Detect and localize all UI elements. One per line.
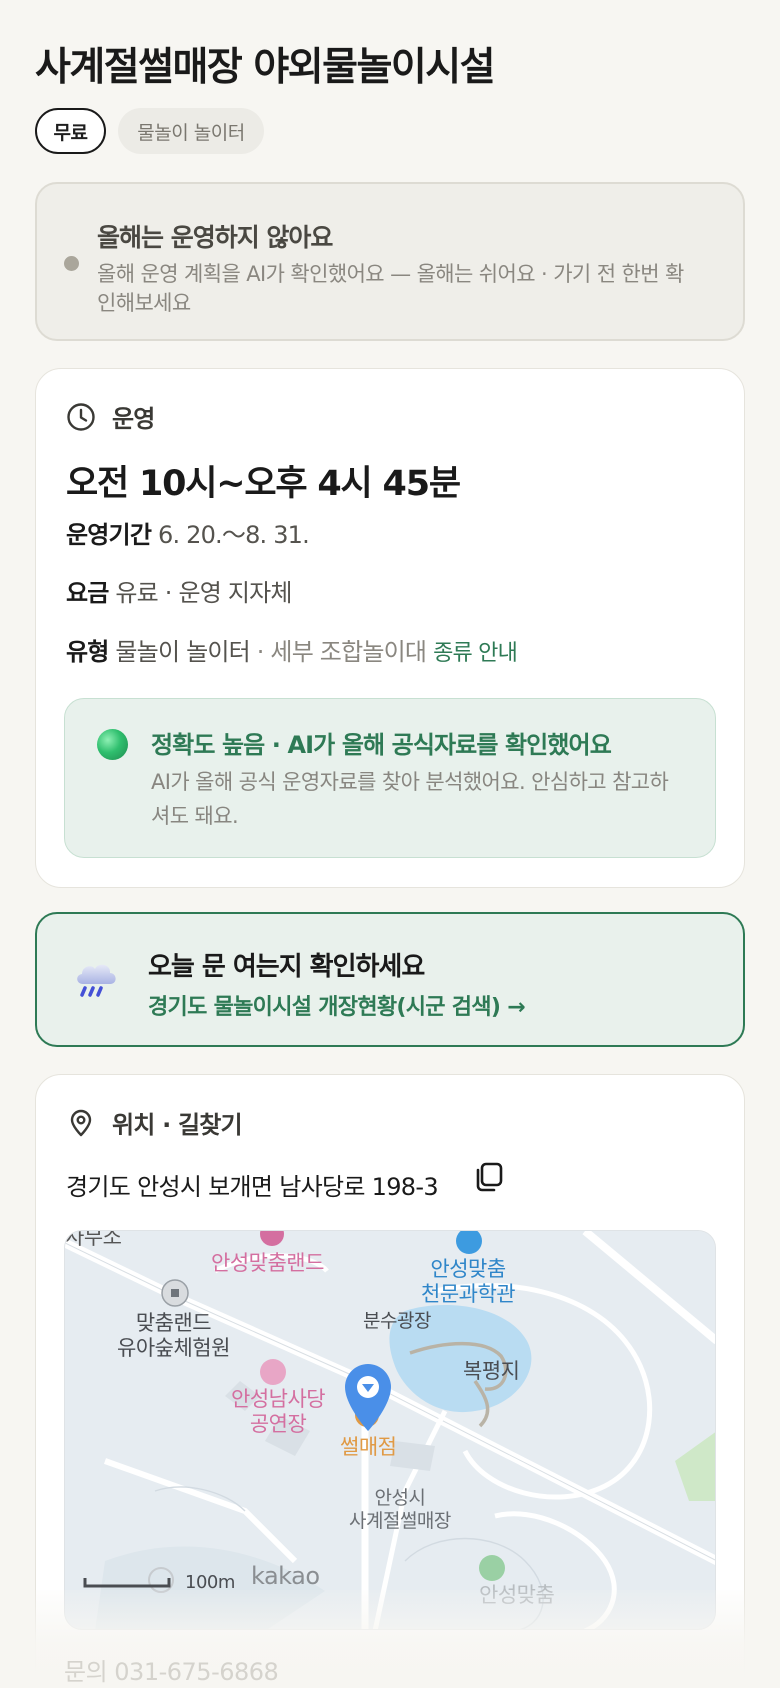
map-label-sled-shop: 썰매점 <box>340 1435 397 1459</box>
page-title: 사계절썰매장 야외물놀이시설 <box>35 45 496 90</box>
type-guide-link[interactable]: 종류 안내 <box>433 641 518 666</box>
operation-header: 운영 <box>66 399 155 434</box>
type-row: 유형 물놀이 놀이터 · 세부 조합놀이대 종류 안내 <box>66 632 518 667</box>
location-label: 위치 · 길찾기 <box>112 1111 243 1139</box>
map-canvas <box>65 1231 715 1629</box>
accuracy-indicator-icon <box>97 729 128 760</box>
period-label: 운영기간 <box>66 521 152 549</box>
fee-label: 요금 <box>66 579 109 607</box>
address-text: 경기도 안성시 보개면 남사당로 198-3 <box>66 1173 439 1201</box>
map-provider-logo: kakao <box>251 1562 320 1590</box>
operation-card: 운영 오전 10시~오후 4시 45분 운영기간 6. 20.～8. 31. 요… <box>35 368 745 888</box>
fee-row: 요금 유료 · 운영 지자체 <box>66 573 292 608</box>
map-label-office: 사무소 <box>65 1230 122 1249</box>
status-dot-icon <box>64 256 79 271</box>
map-label-sled-park: 안성시 사계절썰매장 <box>349 1487 451 1532</box>
operating-hours: 오전 10시~오후 4시 45분 <box>66 464 461 504</box>
period-row: 운영기간 6. 20.～8. 31. <box>66 515 310 550</box>
map-label-observatory: 안성맞춤 천문과학관 <box>421 1257 516 1306</box>
open-status-link[interactable]: 경기도 물놀이시설 개장현황(시군 검색) → <box>148 989 526 1021</box>
detail-page: 사계절썰매장 야외물놀이시설 무료 물놀이 놀이터 올해는 운영하지 않아요 올… <box>0 0 780 1688</box>
map-label-kids-forest: 맞춤랜드 유아숲체험원 <box>117 1311 230 1360</box>
accuracy-body: AI가 올해 공식 운영자료를 찾아 분석했어요. 안심하고 참고하셔도 돼요. <box>151 770 669 828</box>
location-header: 위치 · 길찾기 <box>66 1105 243 1140</box>
map-label-pond: 복평지 <box>463 1359 520 1383</box>
map-pin-icon <box>70 1109 92 1136</box>
type-label: 유형 <box>66 638 109 666</box>
map-label-theater: 안성남사당 공연장 <box>231 1387 326 1436</box>
tag-free: 무료 <box>35 108 106 154</box>
rain-cloud-icon <box>77 964 116 997</box>
type-detail: · 세부 조합놀이대 <box>256 638 427 666</box>
today-title: 오늘 문 여는지 확인하세요 <box>148 952 425 982</box>
copy-icon[interactable] <box>472 1160 506 1194</box>
contact-phone[interactable]: 문의 031-675-6868 <box>64 1652 279 1687</box>
tag-type: 물놀이 놀이터 <box>118 108 264 154</box>
accuracy-box: 정확도 높음 · AI가 올해 공식자료를 확인했어요 AI가 올해 공식 운영… <box>64 698 716 858</box>
period-value: 6. 20.～8. 31. <box>157 521 310 549</box>
accuracy-title: 정확도 높음 · AI가 올해 공식자료를 확인했어요 <box>151 731 612 759</box>
clock-icon <box>67 402 95 431</box>
closed-notice: 올해는 운영하지 않아요 올해 운영 계획을 AI가 확인했어요 — 올해는 쉬… <box>35 182 745 341</box>
map-label-dance-land: 안성맞춤랜드 <box>211 1251 324 1275</box>
operation-label: 운영 <box>112 405 155 433</box>
today-open-check[interactable]: 오늘 문 여는지 확인하세요 경기도 물놀이시설 개장현황(시군 검색) → <box>35 912 745 1047</box>
fee-value: 유료 · 운영 지자체 <box>115 579 292 607</box>
map-label-fountain: 분수광장 <box>363 1310 431 1332</box>
type-value: 물놀이 놀이터 <box>115 638 250 666</box>
notice-title: 올해는 운영하지 않아요 <box>97 223 333 252</box>
location-map[interactable]: 사무소 안성맞춤랜드 안성맞춤 천문과학관 맞춤랜드 유아숲체험원 분수광장 복… <box>64 1230 716 1630</box>
notice-body: 올해 운영 계획을 AI가 확인했어요 — 올해는 쉬어요 · 가기 전 한번 … <box>97 262 684 315</box>
